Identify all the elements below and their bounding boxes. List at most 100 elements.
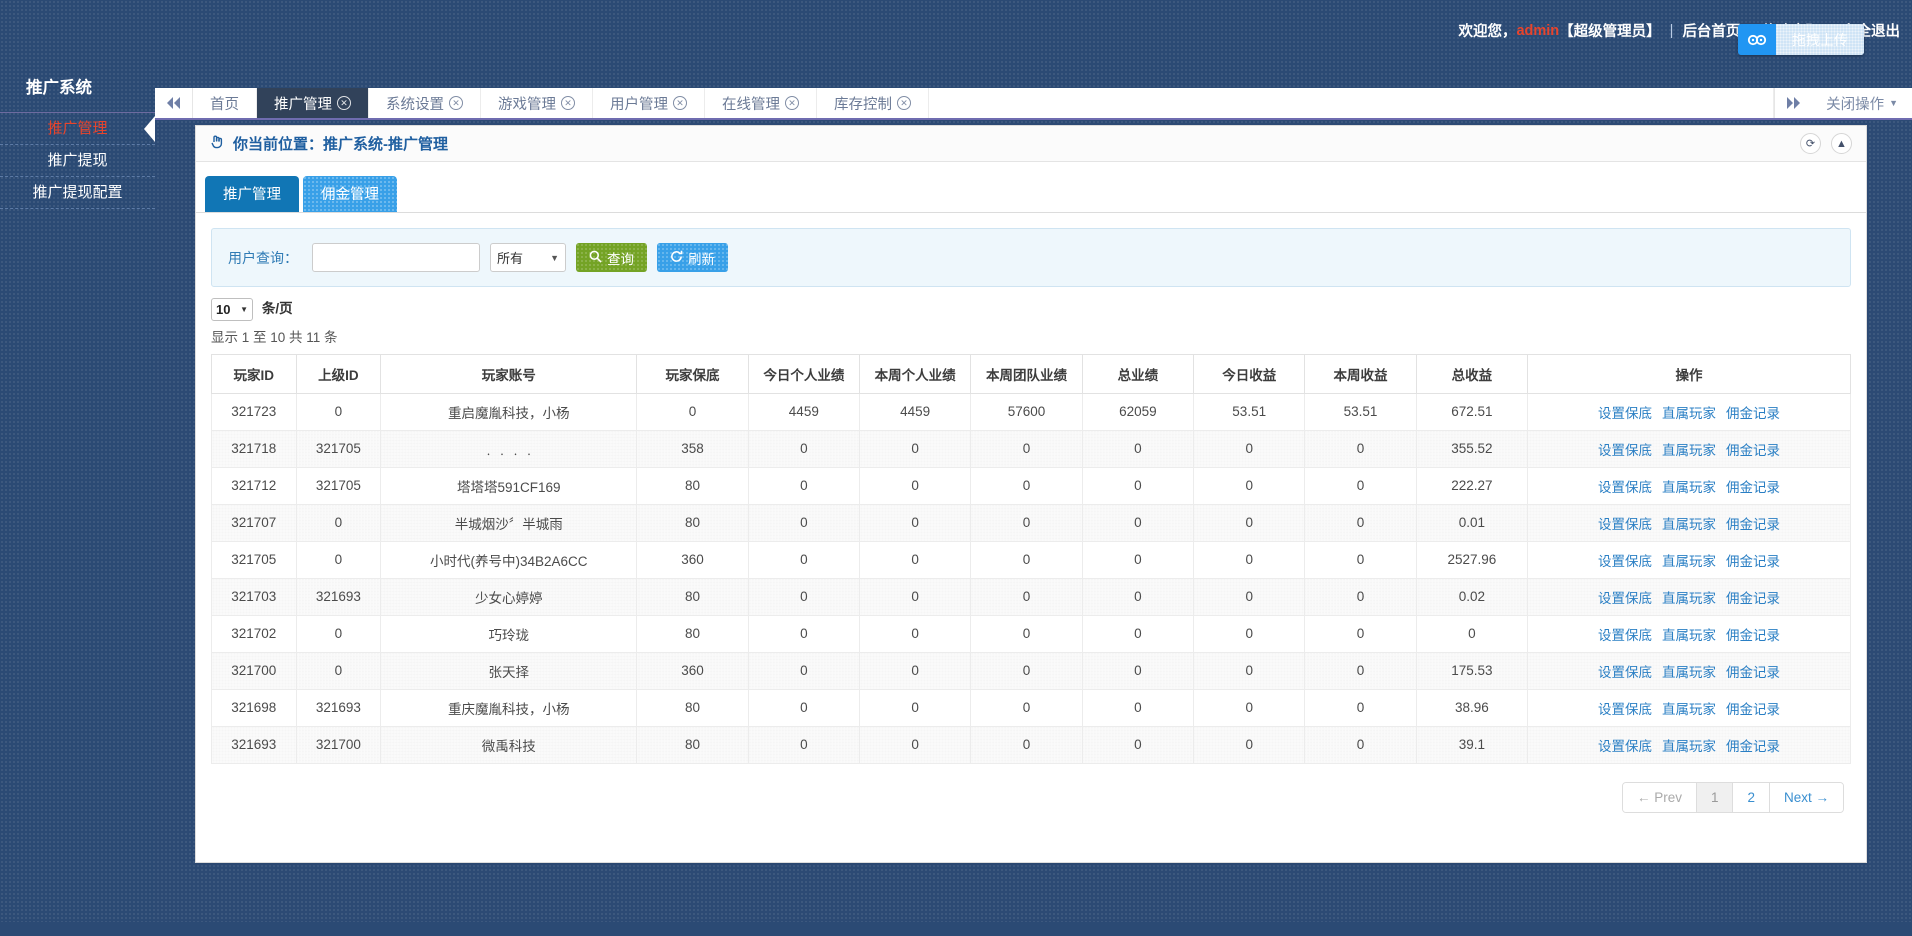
chevron-up-icon[interactable]: ▲ xyxy=(1831,133,1852,154)
action-set-guarantee[interactable]: 设置保底 xyxy=(1598,735,1652,755)
action-set-guarantee[interactable]: 设置保底 xyxy=(1598,661,1652,681)
close-icon[interactable]: ✕ xyxy=(449,96,463,110)
action-direct-players[interactable]: 直属玩家 xyxy=(1662,476,1716,496)
tab-system-settings[interactable]: 系统设置 ✕ xyxy=(369,88,481,118)
pagination-prev[interactable]: ← Prev xyxy=(1623,783,1697,812)
sidebar-item-promotion-withdraw-config[interactable]: 推广提现配置 xyxy=(0,177,155,209)
action-direct-players[interactable]: 直属玩家 xyxy=(1662,402,1716,422)
close-icon[interactable]: ✕ xyxy=(561,96,575,110)
action-direct-players[interactable]: 直属玩家 xyxy=(1662,698,1716,718)
action-set-guarantee[interactable]: 设置保底 xyxy=(1598,587,1652,607)
cell-week-team: 0 xyxy=(971,467,1082,504)
double-chevron-right-icon[interactable] xyxy=(1774,88,1812,118)
action-direct-players[interactable]: 直属玩家 xyxy=(1662,513,1716,533)
tab-online-management[interactable]: 在线管理 ✕ xyxy=(705,88,817,118)
close-icon[interactable]: ✕ xyxy=(785,96,799,110)
cell-week-income: 0 xyxy=(1305,504,1416,541)
column-header-today-income: 今日收益 xyxy=(1194,354,1305,393)
action-commission-records[interactable]: 佣金记录 xyxy=(1726,550,1780,570)
cell-account: 塔塔塔591CF169 xyxy=(381,467,637,504)
breadcrumb: 你当前位置：推广系统-推广管理 xyxy=(210,133,448,154)
cell-week-team: 0 xyxy=(971,615,1082,652)
action-direct-players[interactable]: 直属玩家 xyxy=(1662,587,1716,607)
hand-pointer-icon xyxy=(210,134,226,153)
cell-actions: 设置保底直属玩家佣金记录 xyxy=(1528,652,1851,689)
tab-spacer xyxy=(929,88,1774,118)
sidebar-item-label: 推广提现 xyxy=(47,152,107,169)
cell-week-income: 53.51 xyxy=(1305,393,1416,430)
cell-guarantee: 358 xyxy=(637,430,748,467)
cell-today-income: 0 xyxy=(1194,578,1305,615)
cell-week-team: 0 xyxy=(971,578,1082,615)
inner-tab-commission-management[interactable]: 佣金管理 xyxy=(303,176,397,212)
refresh-icon[interactable]: ⟳ xyxy=(1800,133,1821,154)
pagination-page-2[interactable]: 2 xyxy=(1733,783,1770,812)
sidebar-item-promotion-withdraw[interactable]: 推广提现 xyxy=(0,145,155,177)
cell-account: 重启魔胤科技，小杨 xyxy=(381,393,637,430)
cell-account: 重庆魔胤科技，小杨 xyxy=(381,689,637,726)
cell-player-id: 321702 xyxy=(212,615,297,652)
top-header-bar: 欢迎您，admin【超级管理员】 | 后台首页 | 修改密码 | 安全退出 拖拽… xyxy=(0,0,1912,92)
cell-actions: 设置保底直属玩家佣金记录 xyxy=(1528,393,1851,430)
cell-parent-id: 0 xyxy=(296,652,381,689)
tab-game-management[interactable]: 游戏管理 ✕ xyxy=(481,88,593,118)
action-direct-players[interactable]: 直属玩家 xyxy=(1662,550,1716,570)
action-direct-players[interactable]: 直属玩家 xyxy=(1662,624,1716,644)
refresh-button[interactable]: 刷新 xyxy=(657,243,728,272)
action-commission-records[interactable]: 佣金记录 xyxy=(1726,439,1780,459)
inner-tab-promotion-management[interactable]: 推广管理 xyxy=(205,176,299,212)
query-button[interactable]: 查询 xyxy=(576,243,647,272)
action-commission-records[interactable]: 佣金记录 xyxy=(1726,402,1780,422)
tab-user-management[interactable]: 用户管理 ✕ xyxy=(593,88,705,118)
action-direct-players[interactable]: 直属玩家 xyxy=(1662,661,1716,681)
cell-total-income: 0.02 xyxy=(1416,578,1527,615)
action-commission-records[interactable]: 佣金记录 xyxy=(1726,735,1780,755)
action-set-guarantee[interactable]: 设置保底 xyxy=(1598,624,1652,644)
action-set-guarantee[interactable]: 设置保底 xyxy=(1598,513,1652,533)
cell-today-income: 0 xyxy=(1194,689,1305,726)
close-icon[interactable]: ✕ xyxy=(673,96,687,110)
action-link-group: 设置保底直属玩家佣金记录 xyxy=(1532,513,1846,533)
tab-home[interactable]: 首页 xyxy=(193,88,257,118)
cell-week-team: 57600 xyxy=(971,393,1082,430)
cell-player-id: 321698 xyxy=(212,689,297,726)
close-operations-dropdown[interactable]: 关闭操作 ▼ xyxy=(1812,88,1912,118)
tab-promotion-management[interactable]: 推广管理 ✕ xyxy=(257,88,369,118)
cell-player-id: 321705 xyxy=(212,541,297,578)
cell-today-personal: 0 xyxy=(748,615,859,652)
cell-week-personal: 0 xyxy=(860,467,971,504)
drag-upload-widget[interactable]: 拖拽上传 xyxy=(1738,24,1864,55)
action-commission-records[interactable]: 佣金记录 xyxy=(1726,624,1780,644)
close-icon[interactable]: ✕ xyxy=(337,96,351,110)
action-direct-players[interactable]: 直属玩家 xyxy=(1662,735,1716,755)
page-size-select[interactable]: 10 ▼ xyxy=(211,298,253,321)
action-direct-players[interactable]: 直属玩家 xyxy=(1662,439,1716,459)
pagination-page-1[interactable]: 1 xyxy=(1697,783,1734,812)
cell-total-income: 38.96 xyxy=(1416,689,1527,726)
action-commission-records[interactable]: 佣金记录 xyxy=(1726,587,1780,607)
action-set-guarantee[interactable]: 设置保底 xyxy=(1598,402,1652,422)
search-scope-select[interactable]: 所有 ▼ xyxy=(490,243,566,272)
action-set-guarantee[interactable]: 设置保底 xyxy=(1598,698,1652,718)
pagination-row: ← Prev 1 2 Next → xyxy=(196,764,1866,813)
tab-inventory-control[interactable]: 库存控制 ✕ xyxy=(817,88,929,118)
search-input[interactable] xyxy=(312,243,480,272)
action-commission-records[interactable]: 佣金记录 xyxy=(1726,513,1780,533)
cell-today-personal: 0 xyxy=(748,726,859,763)
divider: | xyxy=(1670,23,1674,39)
close-operations-label: 关闭操作 xyxy=(1826,93,1884,114)
cell-today-income: 0 xyxy=(1194,726,1305,763)
close-icon[interactable]: ✕ xyxy=(897,96,911,110)
sidebar-item-promotion-management[interactable]: 推广管理 xyxy=(0,113,155,145)
action-set-guarantee[interactable]: 设置保底 xyxy=(1598,550,1652,570)
header-link-home[interactable]: 后台首页 xyxy=(1682,20,1740,41)
action-set-guarantee[interactable]: 设置保底 xyxy=(1598,439,1652,459)
action-commission-records[interactable]: 佣金记录 xyxy=(1726,661,1780,681)
pagination-next[interactable]: Next → xyxy=(1770,783,1843,812)
cell-week-personal: 0 xyxy=(860,578,971,615)
sidebar: 推广系统 推广管理 推广提现 推广提现配置 xyxy=(0,64,155,936)
action-commission-records[interactable]: 佣金记录 xyxy=(1726,476,1780,496)
action-set-guarantee[interactable]: 设置保底 xyxy=(1598,476,1652,496)
double-chevron-left-icon[interactable] xyxy=(155,88,193,118)
action-commission-records[interactable]: 佣金记录 xyxy=(1726,698,1780,718)
